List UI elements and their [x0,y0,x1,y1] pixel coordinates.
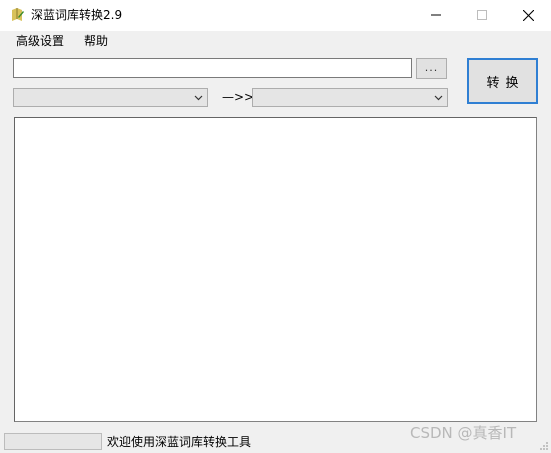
output-text-area[interactable] [14,117,537,422]
book-pencil-icon [12,8,24,21]
watermark: CSDN @真香IT [410,424,517,442]
close-button[interactable] [505,0,551,30]
window-title: 深蓝词库转换2.9 [31,8,123,22]
browse-button[interactable]: ... [416,58,447,79]
resize-grip-icon[interactable] [539,441,549,451]
convert-button[interactable]: 转换 [467,58,538,104]
progress-bar [4,433,102,450]
title-bar: 深蓝词库转换2.9 [0,0,551,31]
menu-advanced-settings[interactable]: 高级设置 [15,34,65,49]
maximize-icon [477,10,487,20]
maximize-button[interactable] [459,0,505,30]
minimize-button[interactable] [413,0,459,30]
chevron-down-icon [434,95,443,101]
conversion-arrow-label: —>> [222,90,255,104]
minimize-icon [431,14,441,16]
source-format-select[interactable] [13,88,208,107]
source-file-path-input[interactable] [13,58,412,78]
chevron-down-icon [194,95,203,101]
status-message: 欢迎使用深蓝词库转换工具 [107,435,252,449]
menu-bar: 高级设置 帮助 [0,31,551,52]
target-format-select[interactable] [252,88,448,107]
close-icon [522,9,534,21]
menu-help[interactable]: 帮助 [83,34,109,49]
